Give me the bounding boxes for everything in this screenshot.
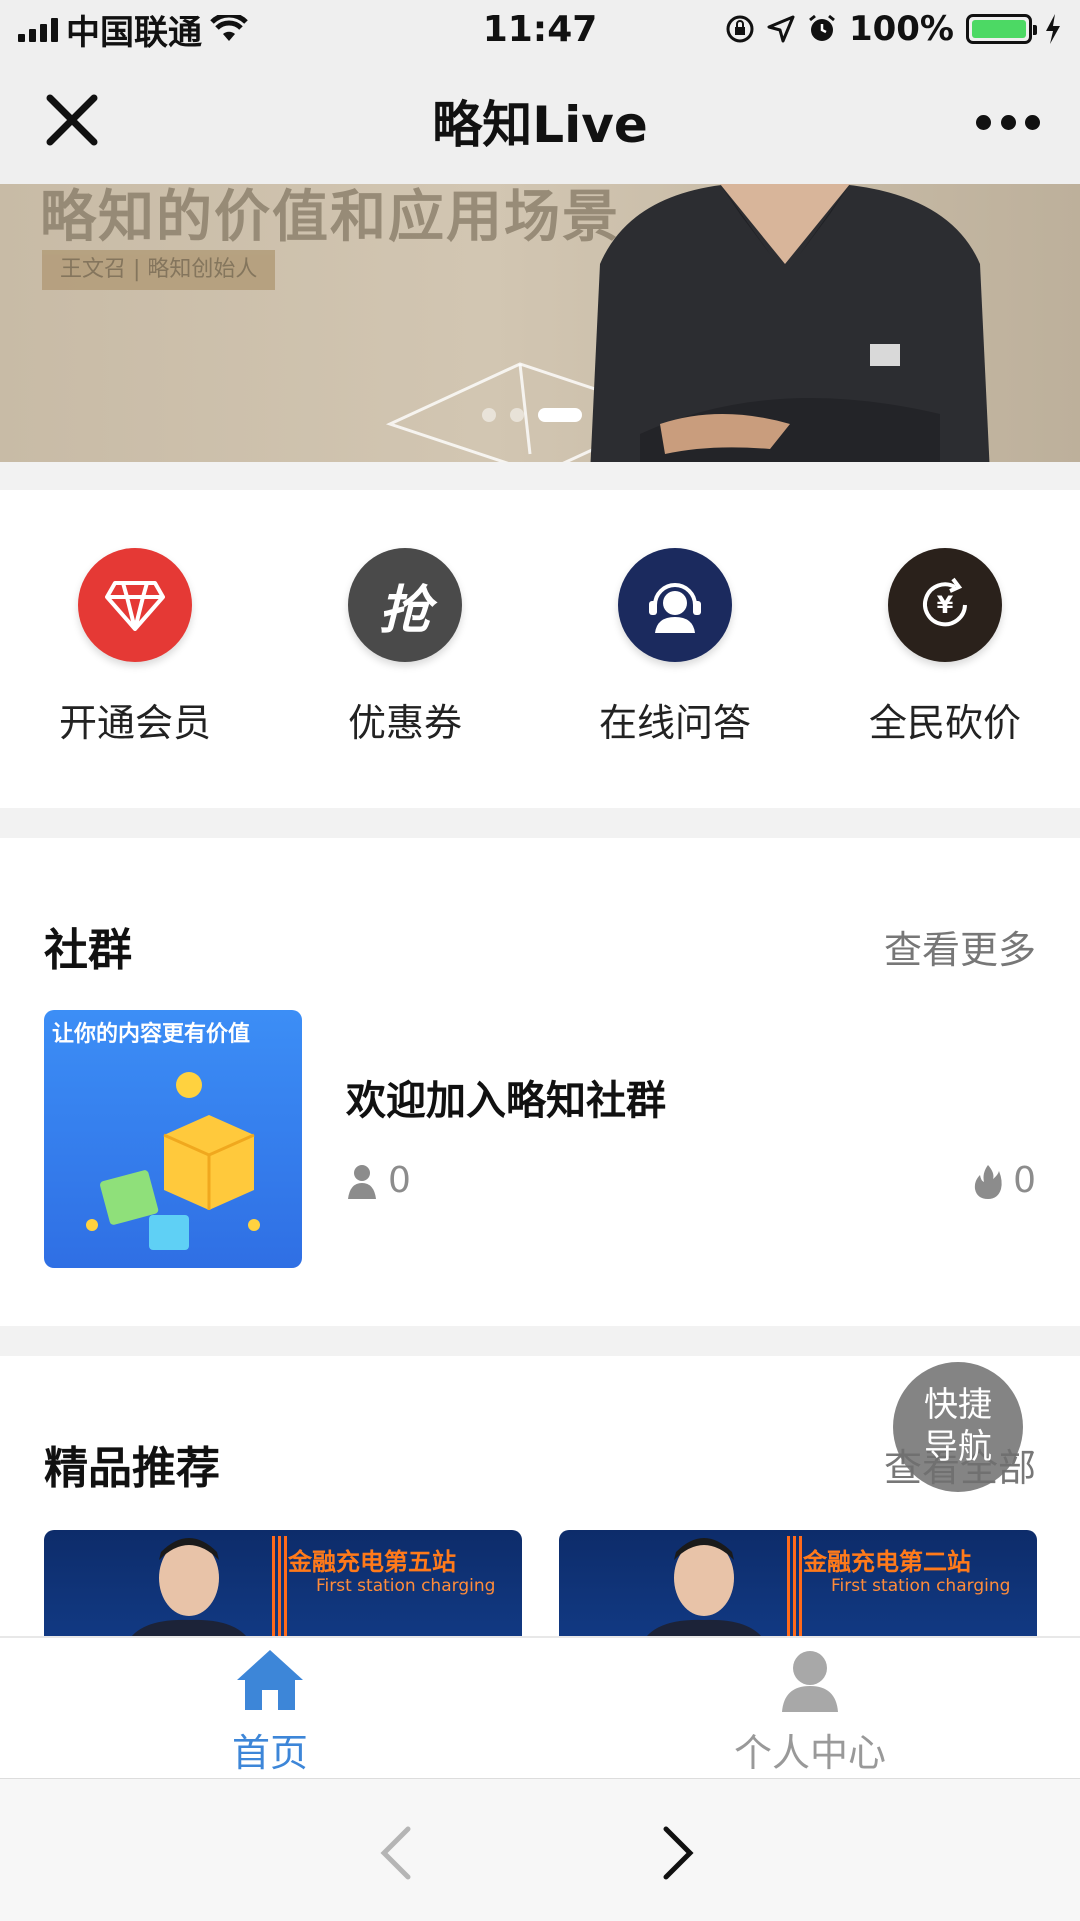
section-header: 精品推荐 查看全部 xyxy=(44,1432,1036,1496)
carousel-dots xyxy=(482,408,582,422)
battery-icon xyxy=(966,14,1037,44)
nav-bar: 略知Live xyxy=(0,58,1080,184)
status-bar: 中国联通 11:47 100% xyxy=(0,0,1080,58)
forward-arrow-icon[interactable] xyxy=(654,1823,704,1883)
quick-label: 全民砍价 xyxy=(868,701,1021,745)
banner-carousel[interactable]: 略知的价值和应用场景 王文召 | 略知创始人 xyxy=(0,184,1080,462)
carousel-dot-active xyxy=(538,408,582,422)
carrier-label: 中国联通 xyxy=(66,12,202,53)
tab-label: 首页 xyxy=(231,1731,308,1775)
group-cover-image: 让你的内容更有价值 xyxy=(44,1010,302,1268)
person-icon xyxy=(348,1164,376,1199)
tab-profile[interactable]: 个人中心 xyxy=(540,1638,1080,1778)
group-cover-caption: 让你的内容更有价值 xyxy=(52,1022,251,1047)
quick-label: 优惠券 xyxy=(347,701,462,745)
tab-home[interactable]: 首页 xyxy=(0,1638,540,1778)
banner-headline: 略知的价值和应用场景 xyxy=(40,185,620,250)
heat-count-value: 0 xyxy=(1013,1160,1036,1201)
back-arrow-icon[interactable] xyxy=(370,1823,420,1883)
heat-count: 0 xyxy=(973,1160,1036,1201)
status-time: 11:47 xyxy=(482,8,598,50)
tab-bar: 首页 个人中心 xyxy=(0,1636,1080,1778)
grab-coupon-icon: 抢 xyxy=(348,548,462,662)
page-title: 略知Live xyxy=(432,96,648,154)
close-icon[interactable] xyxy=(44,92,100,148)
quick-item-coupon[interactable]: 抢 优惠券 xyxy=(270,490,540,808)
quick-menu: 开通会员 抢 优惠券 在线问答 ¥ 全民砍价 xyxy=(0,490,1080,808)
diamond-icon xyxy=(78,548,192,662)
section-title: 精品推荐 xyxy=(44,1443,220,1494)
group-stats: 0 0 xyxy=(346,1160,1036,1201)
decor-bars xyxy=(272,1536,288,1636)
section-title: 社群 xyxy=(44,925,132,976)
presenter-photo xyxy=(639,1538,769,1650)
section-header: 社群 查看更多 xyxy=(44,914,1036,978)
home-icon xyxy=(237,1650,303,1710)
tab-label: 个人中心 xyxy=(733,1731,886,1775)
course-card[interactable]: 金融充电第二站 First station charging xyxy=(559,1530,1037,1650)
course-title: 金融充电第二站 xyxy=(803,1548,971,1576)
presenter-photo xyxy=(124,1538,254,1650)
status-right: 100% xyxy=(682,9,1062,49)
group-card[interactable]: 让你的内容更有价值 欢迎加入略知社群 0 0 xyxy=(44,1010,1036,1268)
banner-tag: 王文召 | 略知创始人 xyxy=(42,250,276,290)
course-subtitle: First station charging xyxy=(831,1576,1011,1596)
flame-icon xyxy=(974,1164,1002,1199)
status-left: 中国联通 xyxy=(18,5,398,54)
carousel-dot xyxy=(510,408,524,422)
quick-item-bargain[interactable]: ¥ 全民砍价 xyxy=(810,490,1080,808)
member-count: 0 xyxy=(346,1160,411,1201)
decor-bars xyxy=(787,1536,803,1636)
person-icon xyxy=(782,1651,838,1712)
community-section: 社群 查看更多 让你的内容更有价值 欢迎加入略知社群 0 0 xyxy=(0,838,1080,1326)
location-icon xyxy=(767,15,795,43)
signal-icon xyxy=(18,16,58,42)
speaker-photo xyxy=(590,184,990,462)
carousel-dot xyxy=(482,408,496,422)
svg-text:¥: ¥ xyxy=(937,591,954,619)
member-count-value: 0 xyxy=(388,1160,411,1201)
view-more-link[interactable]: 查看更多 xyxy=(884,919,1036,974)
wifi-icon xyxy=(210,15,248,41)
quick-label: 在线问答 xyxy=(598,701,751,745)
headset-support-icon xyxy=(618,548,732,662)
course-subtitle: First station charging xyxy=(316,1576,496,1596)
quick-nav-button[interactable]: 快捷 导航 xyxy=(893,1362,1023,1492)
more-icon[interactable] xyxy=(976,110,1040,134)
cube-illustration xyxy=(86,1072,260,1250)
quick-item-member[interactable]: 开通会员 xyxy=(0,490,270,808)
alarm-icon xyxy=(809,14,835,41)
browser-toolbar xyxy=(0,1778,1080,1921)
charging-icon xyxy=(1046,14,1060,44)
course-card[interactable]: 金融充电第五站 First station charging xyxy=(44,1530,522,1650)
quick-label: 开通会员 xyxy=(58,701,211,745)
course-title: 金融充电第五站 xyxy=(288,1548,456,1576)
quick-item-qa[interactable]: 在线问答 xyxy=(540,490,810,808)
group-name: 欢迎加入略知社群 xyxy=(346,1078,666,1124)
battery-percent: 100% xyxy=(848,9,954,49)
yuan-refresh-icon: ¥ xyxy=(888,548,1002,662)
rotation-lock-icon xyxy=(726,15,754,43)
